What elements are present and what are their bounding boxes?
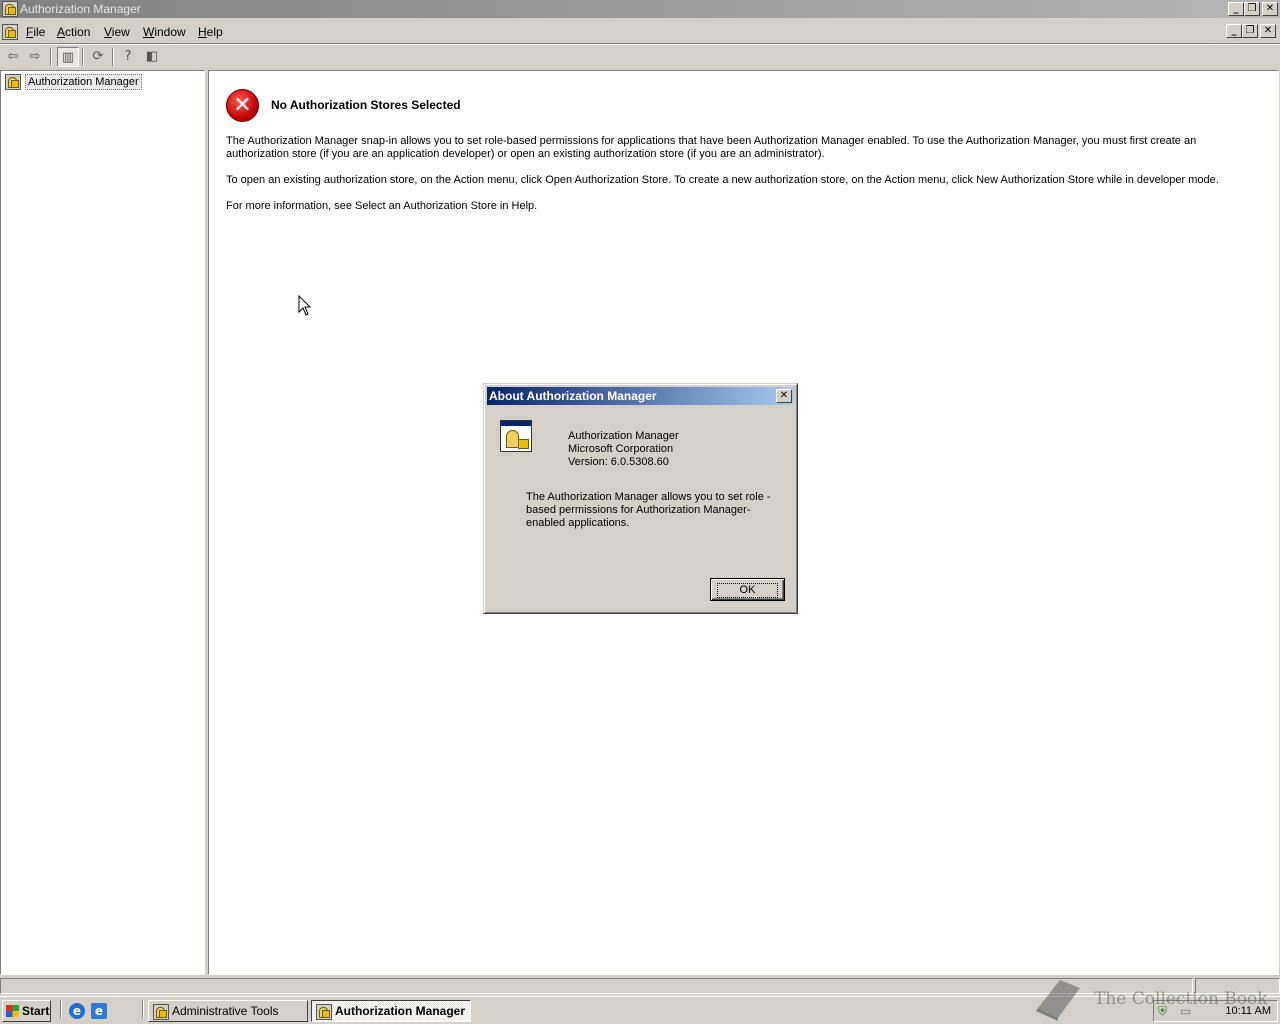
dialog-title-bar[interactable]: About Authorization Manager ✕ [487, 387, 794, 405]
about-company: Microsoft Corporation [568, 443, 674, 455]
ok-button[interactable]: OK [710, 578, 785, 601]
start-label: Start [22, 1004, 50, 1018]
about-product-name: Authorization Manager [568, 430, 679, 442]
administrative-tools-icon [153, 1004, 169, 1020]
taskbar-separator [60, 1000, 62, 1018]
about-description: The Authorization Manager allows you to … [526, 491, 771, 529]
dialog-close-button[interactable]: ✕ [776, 389, 792, 403]
internet-explorer-icon[interactable]: e [69, 1003, 85, 1019]
child-minimize-button[interactable]: _ [1226, 24, 1242, 38]
toolbar-separator [50, 48, 52, 66]
security-shield-icon[interactable]: ⛨ [1158, 1004, 1167, 1019]
info-paragraph: The Authorization Manager snap-in allows… [226, 135, 1197, 160]
task-authorization-manager[interactable]: Authorization Manager [311, 1000, 471, 1022]
toolbar: ⇦ ⇨ ▥ ⟳ ? ◧ [0, 45, 1280, 67]
menu-view[interactable]: View [104, 25, 130, 39]
authorization-manager-app-icon[interactable] [2, 1, 18, 17]
close-button[interactable]: ✕ [1262, 2, 1278, 16]
result-heading: No Authorization Stores Selected [271, 98, 461, 112]
restore-button[interactable]: ❐ [1244, 2, 1260, 16]
mmc-document-icon[interactable] [2, 24, 18, 40]
start-button[interactable]: Start [2, 1000, 51, 1022]
refresh-icon[interactable]: ⟳ [87, 47, 109, 67]
mouse-pointer-icon [298, 295, 312, 316]
authorization-manager-icon [316, 1004, 332, 1020]
menu-action[interactable]: Action [57, 25, 90, 39]
child-close-button[interactable]: ✕ [1260, 24, 1276, 38]
show-desktop-icon[interactable]: e [91, 1003, 107, 1019]
forward-icon[interactable]: ⇨ [24, 47, 46, 67]
status-cell-extra [1195, 978, 1280, 994]
menu-window[interactable]: Window [143, 25, 186, 39]
menu-bar: File Action View Window Help _ ❐ ✕ [0, 20, 1280, 43]
task-administrative-tools[interactable]: Administrative Tools [148, 1000, 308, 1022]
taskbar: Start e e Administrative Tools Authoriza… [0, 996, 1280, 1024]
taskbar-separator [142, 1000, 144, 1018]
task-label: Authorization Manager [335, 1004, 466, 1018]
dialog-title: About Authorization Manager [489, 389, 657, 403]
info-paragraph: For more information, see Select an Auth… [226, 200, 538, 212]
toolbar-separator [82, 48, 84, 66]
minimize-button[interactable]: _ [1228, 2, 1244, 16]
status-cell-main [0, 978, 1193, 994]
toolbar-separator [112, 48, 114, 66]
about-version: Version: 6.0.5308.60 [568, 456, 669, 468]
show-hide-action-pane-icon[interactable]: ◧ [141, 47, 163, 67]
window-title: Authorization Manager [20, 2, 141, 16]
clock[interactable]: 10:11 AM [1225, 1005, 1271, 1017]
child-restore-button[interactable]: ❐ [1242, 24, 1258, 38]
ok-button-label: OK [716, 582, 779, 598]
window-title-bar[interactable]: Authorization Manager _ ❐ ✕ [0, 0, 1280, 18]
help-icon[interactable]: ? [117, 47, 139, 67]
show-hide-tree-icon[interactable]: ▥ [57, 47, 79, 67]
windows-flag-icon [6, 1005, 19, 1017]
error-icon: ✕ [226, 89, 259, 122]
info-paragraph: To open an existing authorization store,… [226, 174, 1219, 186]
about-dialog: About Authorization Manager ✕ Authorizat… [483, 383, 798, 614]
back-icon[interactable]: ⇦ [2, 47, 24, 67]
tree-node-label: Authorization Manager [25, 74, 142, 90]
menu-help[interactable]: Help [198, 25, 223, 39]
authorization-manager-icon [5, 74, 21, 90]
authorization-manager-large-icon [500, 420, 532, 452]
menu-file[interactable]: File [26, 25, 45, 39]
console-tree[interactable]: Authorization Manager [0, 70, 205, 975]
network-disconnected-icon[interactable]: ▭ [1180, 1004, 1191, 1018]
status-bar [0, 977, 1280, 995]
task-label: Administrative Tools [172, 1004, 279, 1018]
system-tray: ⛨ ▭ 10:11 AM [1153, 1000, 1278, 1022]
